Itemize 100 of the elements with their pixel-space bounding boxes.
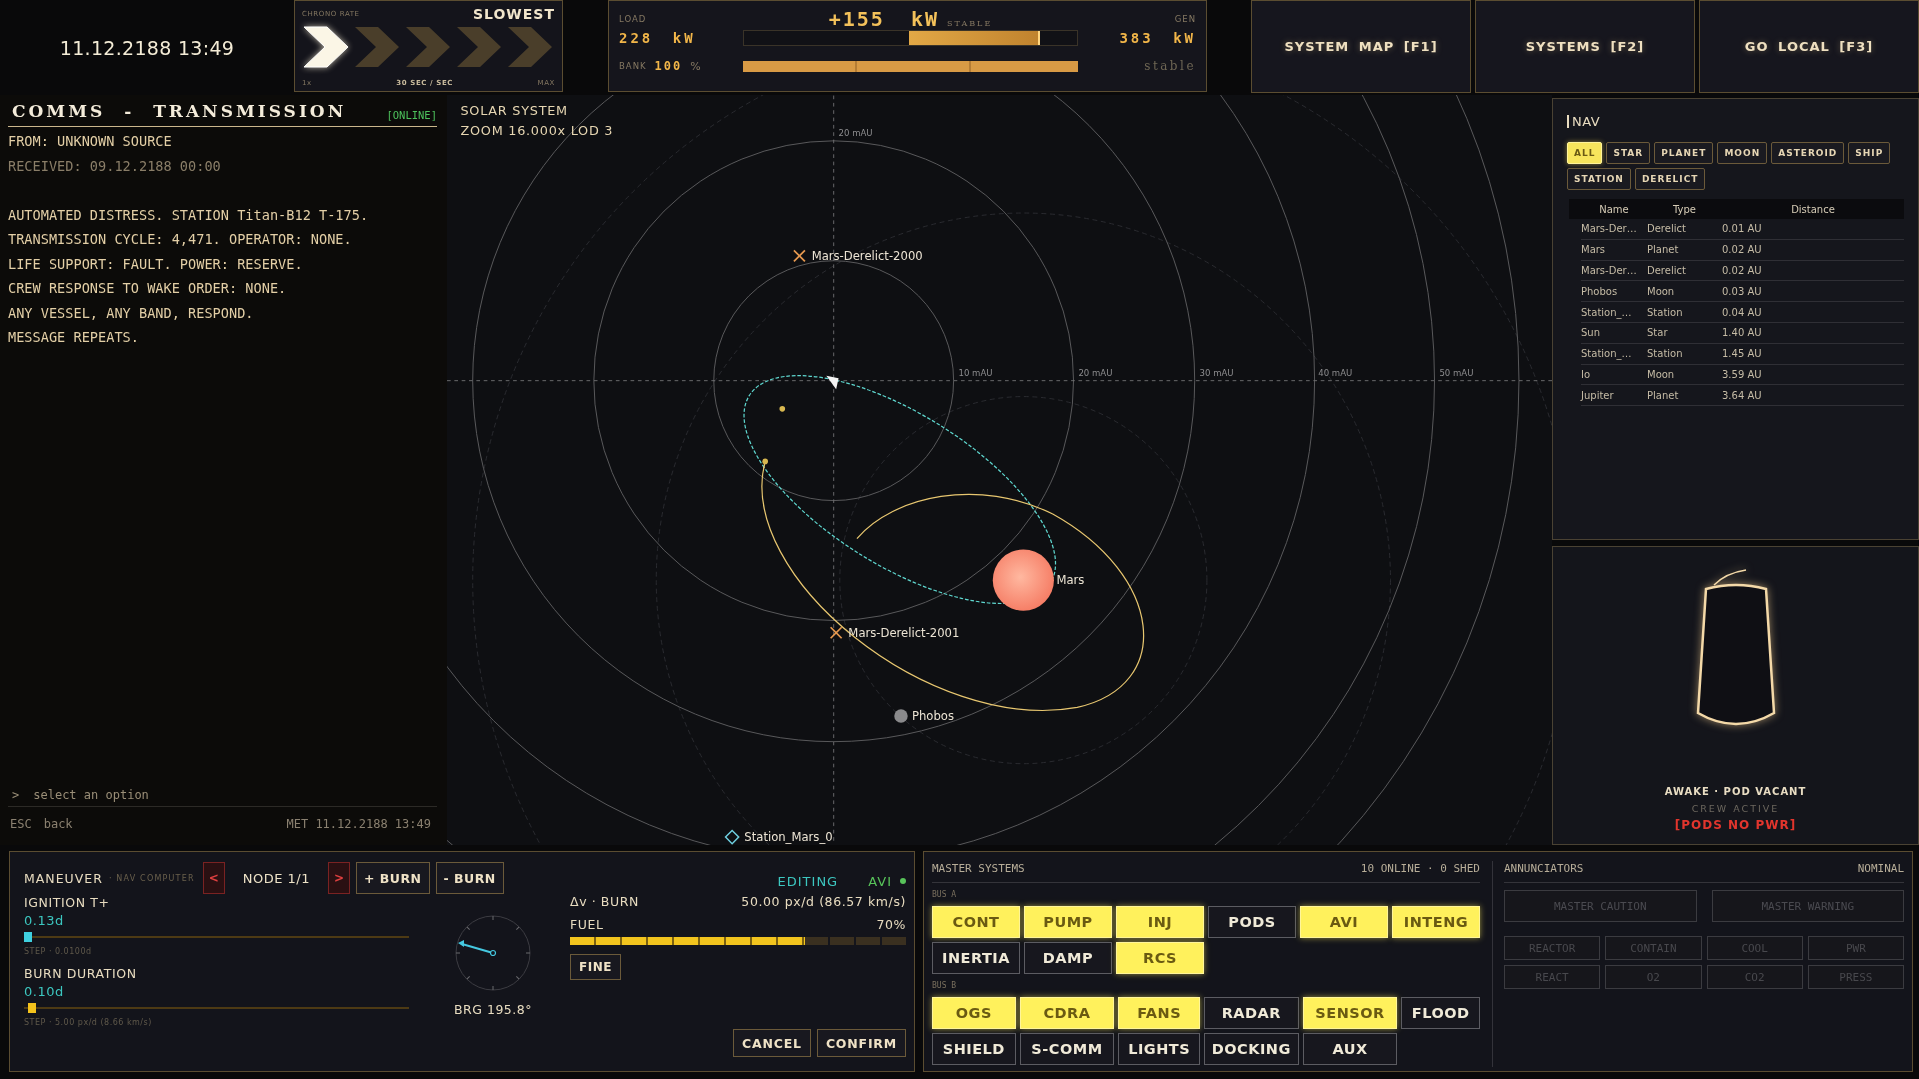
- prompt-text[interactable]: select an option: [33, 788, 149, 802]
- body-label: Mars-Derelict-2001: [848, 626, 960, 641]
- cross-marker-icon[interactable]: [793, 249, 806, 263]
- system-toggle[interactable]: SENSOR: [1302, 997, 1398, 1029]
- confirm-button[interactable]: CONFIRM: [816, 1029, 906, 1057]
- message-line: LIFE SUPPORT: FAULT. POWER: RESERVE.: [8, 254, 303, 274]
- message-line: TRANSMISSION CYCLE: 4,471. OPERATOR: NONE.: [8, 230, 352, 249]
- table-cell-text: 3.59 AU: [1722, 368, 1763, 380]
- table-cell-text: 3.64 AU: [1722, 389, 1763, 401]
- table-cell-text: Mars-Der…: [1581, 223, 1638, 235]
- slider-value: 0.13d: [24, 912, 65, 928]
- filter-tab[interactable]: PLANET: [1654, 142, 1714, 164]
- column-header: Distance: [1790, 203, 1836, 215]
- system-toggle[interactable]: DOCKING: [1203, 1033, 1299, 1065]
- filter-tab[interactable]: SHIP: [1848, 142, 1891, 164]
- system-toggle[interactable]: DAMP: [1024, 942, 1112, 974]
- table-cell-text: 0.02 AU: [1722, 265, 1763, 276]
- system-toggle[interactable]: INJ: [1116, 906, 1204, 938]
- bank-status: stable: [1144, 59, 1196, 73]
- system-toggle[interactable]: S-COMM: [1019, 1033, 1115, 1065]
- systems-title: MASTER SYSTEMS: [932, 862, 1025, 875]
- annunciators-status: NOMINAL: [1857, 862, 1904, 875]
- filter-tab[interactable]: ALL: [1567, 142, 1603, 164]
- system-status: AVI: [868, 873, 892, 889]
- view-button[interactable]: GO LOCAL [F3]: [1699, 0, 1919, 93]
- filter-tab[interactable]: DERELICT: [1634, 168, 1706, 190]
- fine-button[interactable]: FINE: [570, 954, 621, 980]
- system-toggle[interactable]: CONT: [932, 906, 1020, 938]
- waypoint-dot-icon[interactable]: [762, 458, 768, 465]
- fuel-label: FUEL: [570, 917, 604, 932]
- table-cell-text: Station_…: [1581, 348, 1633, 360]
- system-toggle[interactable]: PODS: [1208, 906, 1296, 938]
- axis-label: 40 mAU: [1318, 367, 1353, 378]
- body-label: Phobos: [912, 709, 954, 724]
- system-toggle[interactable]: AUX: [1302, 1033, 1398, 1065]
- cross-marker-icon[interactable]: [829, 626, 843, 640]
- filter-tab[interactable]: ASTEROID: [1771, 142, 1845, 164]
- step-label: STEP · 0.0100d: [24, 946, 93, 956]
- system-toggle[interactable]: RADAR: [1203, 997, 1299, 1029]
- mission-time: MET 11.12.2188 13:49: [286, 817, 431, 831]
- system-toggle[interactable]: OGS: [932, 997, 1016, 1029]
- filter-tab[interactable]: STAR: [1606, 142, 1651, 164]
- system-toggle[interactable]: FLOOD: [1401, 997, 1480, 1029]
- waypoint-dot-icon[interactable]: [779, 406, 786, 412]
- system-toggle[interactable]: CDRA: [1019, 997, 1115, 1029]
- previous-node-button[interactable]: <: [202, 862, 225, 894]
- table-cell-text: Io: [1581, 368, 1592, 380]
- next-node-button[interactable]: >: [327, 862, 350, 894]
- table-cell-text: Moon: [1647, 368, 1676, 380]
- step-label: STEP · 5.00 px/d (8.66 km/s): [24, 1017, 153, 1027]
- table-cell-text: Station_…: [1581, 306, 1633, 318]
- message-line: CREW RESPONSE TO WAKE ORDER: NONE.: [8, 279, 287, 298]
- bank-unit: %: [690, 59, 701, 73]
- add-burn-button[interactable]: + BURN: [355, 862, 430, 894]
- table-cell-text: Mars-Der…: [1581, 265, 1638, 276]
- ship-marker-icon[interactable]: [826, 375, 839, 390]
- node-counter: NODE 1/1: [242, 870, 310, 886]
- status-dot-icon: [900, 878, 906, 884]
- table-cell-text: 1.40 AU: [1722, 327, 1763, 339]
- system-toggle[interactable]: RCS: [1116, 942, 1204, 974]
- axis-label: 10 mAU: [958, 367, 993, 378]
- rate-value: SLOWEST: [472, 6, 555, 22]
- diamond-marker-icon[interactable]: [724, 829, 740, 845]
- system-toggle[interactable]: PUMP: [1024, 906, 1112, 938]
- zoom-level: ZOOM 16.000x LOD 3: [460, 122, 614, 138]
- filter-tab[interactable]: MOON: [1717, 142, 1768, 164]
- chevron-icon[interactable]: [302, 25, 350, 69]
- system-toggle[interactable]: INTENG: [1392, 906, 1480, 938]
- gen-label: GEN: [1174, 14, 1196, 24]
- system-toggle[interactable]: LIGHTS: [1118, 1033, 1200, 1065]
- axis-label: 30 mAU: [1199, 367, 1234, 378]
- crew-status-text: CREW ACTIVE: [1691, 803, 1780, 814]
- sender-line: FROM: UNKNOWN SOURCE: [8, 132, 172, 151]
- view-button[interactable]: SYSTEM MAP [F1]: [1251, 0, 1471, 93]
- body-label: Station_Mars_0: [744, 830, 833, 845]
- slider-thumb[interactable]: [27, 1003, 36, 1013]
- table-cell-text: Station: [1647, 306, 1684, 318]
- system-toggle[interactable]: INERTIA: [932, 942, 1020, 974]
- back-link[interactable]: back: [43, 817, 73, 831]
- filter-tab[interactable]: STATION: [1567, 168, 1631, 190]
- planet-disc[interactable]: [992, 549, 1054, 611]
- remove-burn-button[interactable]: - BURN: [435, 862, 504, 894]
- table-cell-text: 0.03 AU: [1722, 285, 1763, 297]
- system-toggle[interactable]: FANS: [1118, 997, 1200, 1029]
- key-hint: ESC: [10, 817, 32, 831]
- systems-summary: 10 ONLINE · 0 SHED: [1360, 862, 1480, 875]
- message-line: AUTOMATED DISTRESS. STATION Titan-B12 T-175.: [8, 205, 369, 225]
- table-cell-text: Phobos: [1581, 285, 1619, 297]
- prompt-marker: >: [12, 788, 20, 802]
- fuel-value: 70%: [876, 917, 906, 932]
- slider-thumb[interactable]: [23, 932, 32, 942]
- view-button[interactable]: SYSTEMS [F2]: [1475, 0, 1695, 93]
- axis-label: 50 mAU: [1439, 367, 1474, 378]
- cancel-button[interactable]: CANCEL: [733, 1029, 811, 1057]
- system-toggle[interactable]: AVI: [1300, 906, 1388, 938]
- table-cell-text: Planet: [1647, 244, 1680, 256]
- moon-marker-icon[interactable]: [894, 709, 908, 723]
- column-header: Name: [1598, 203, 1630, 215]
- system-toggle[interactable]: SHIELD: [932, 1033, 1016, 1065]
- clock-text: 11.12.2188 13:49: [59, 36, 235, 59]
